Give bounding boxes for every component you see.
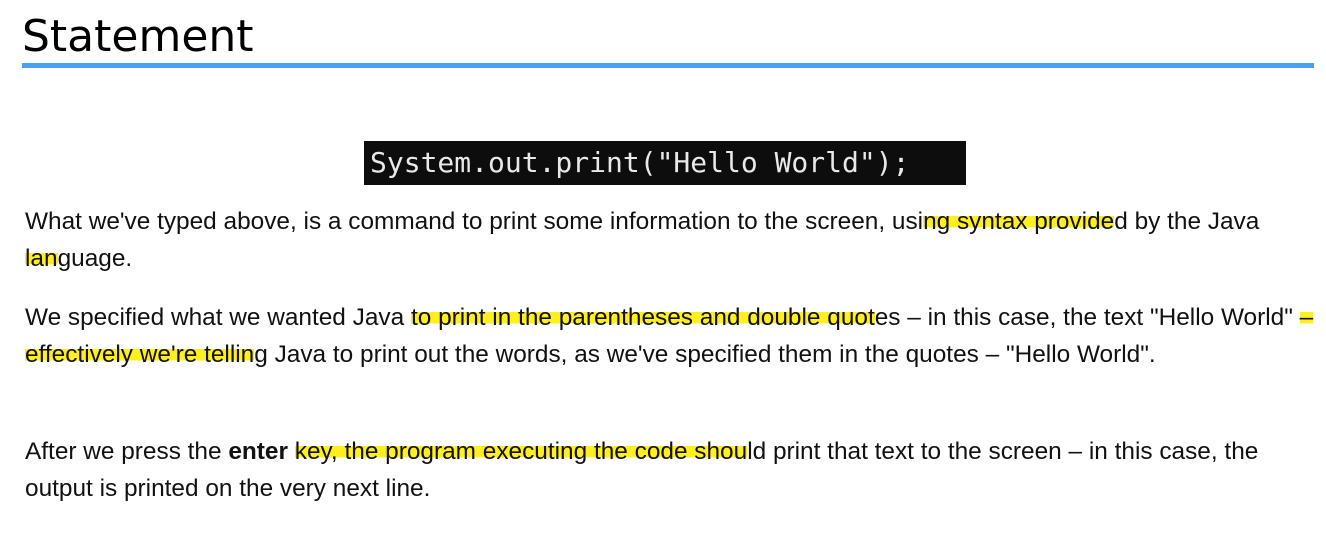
text-segment: es – in this case, the text "Hello World… xyxy=(874,304,1300,331)
highlighted-text: key, the program executing the code shou xyxy=(294,438,748,465)
paragraph-output: After we press the enter key, the progra… xyxy=(25,434,1315,507)
section-title: Statement xyxy=(22,11,254,62)
text-segment: What we've typed above, is a command to … xyxy=(25,208,924,235)
paragraph-explanation: What we've typed above, is a command to … xyxy=(25,204,1315,277)
text-segment: d by the Java xyxy=(1114,208,1260,235)
highlighted-text: ng syntax provide xyxy=(923,208,1115,235)
text-segment: g Java to print out the words, as we've … xyxy=(254,340,1156,368)
text-segment: We specified what we wanted Java xyxy=(25,304,411,331)
text-segment xyxy=(288,438,295,465)
section-heading: Statement xyxy=(22,6,1314,68)
text-segment: guage. xyxy=(57,244,133,272)
text-segment: After we press the xyxy=(25,438,229,465)
paragraph-specification: We specified what we wanted Java to prin… xyxy=(25,300,1315,373)
bold-keyword: enter xyxy=(228,438,288,465)
highlighted-text: to print in the parentheses and double q… xyxy=(410,304,875,331)
code-snippet: System.out.print("Hello World"); xyxy=(364,141,966,185)
highlighted-text: lan xyxy=(25,244,58,272)
